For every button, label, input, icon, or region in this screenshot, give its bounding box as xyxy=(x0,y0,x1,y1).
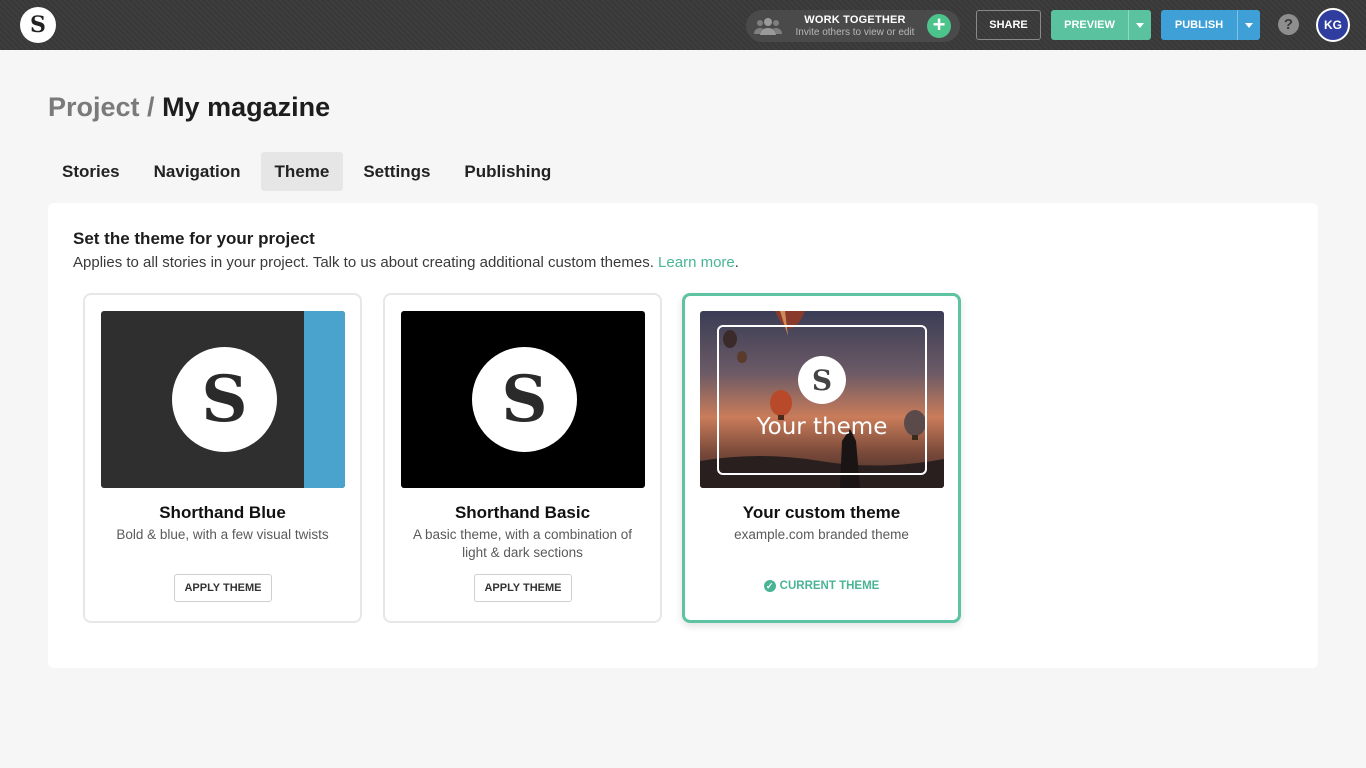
theme-panel: Set the theme for your project Applies t… xyxy=(48,203,1318,668)
project-name: My magazine xyxy=(162,92,331,122)
current-theme-label: CURRENT THEME xyxy=(779,580,880,592)
plus-icon[interactable]: + xyxy=(927,14,951,38)
thumbnail-caption: Your theme xyxy=(756,414,888,440)
shorthand-s-icon: S xyxy=(172,347,277,452)
accent-stripe xyxy=(304,311,345,488)
preview-button[interactable]: PREVIEW xyxy=(1051,10,1128,40)
theme-description: Bold & blue, with a few visual twists xyxy=(116,527,329,542)
work-together-widget[interactable]: WORK TOGETHER Invite others to view or e… xyxy=(746,10,960,42)
learn-more-link[interactable]: Learn more xyxy=(658,254,735,271)
preview-split-button: PREVIEW xyxy=(1051,10,1151,40)
work-together-subtitle: Invite others to view or edit xyxy=(795,27,915,38)
theme-description: example.com branded theme xyxy=(734,527,909,542)
help-icon[interactable]: ? xyxy=(1278,14,1299,35)
theme-thumbnail: S Your theme xyxy=(700,311,944,488)
theme-card-shorthand-blue[interactable]: S Shorthand Blue Bold & blue, with a few… xyxy=(83,293,362,623)
theme-description: A basic theme, with a combination of lig… xyxy=(412,527,633,560)
theme-card-shorthand-basic[interactable]: S Shorthand Basic A basic theme, with a … xyxy=(383,293,662,623)
apply-theme-button[interactable]: APPLY THEME xyxy=(474,574,572,602)
tab-publishing[interactable]: Publishing xyxy=(450,152,565,191)
tab-bar: Stories Navigation Theme Settings Publis… xyxy=(48,152,571,191)
panel-subtext-end: . xyxy=(734,254,739,271)
panel-description: Applies to all stories in your project. … xyxy=(73,254,739,271)
current-theme-badge: ✓ CURRENT THEME xyxy=(685,580,958,592)
theme-thumbnail: S xyxy=(401,311,645,488)
check-circle-icon: ✓ xyxy=(763,580,776,592)
shorthand-logo[interactable]: S xyxy=(20,7,56,43)
theme-card-custom[interactable]: S Your theme Your custom theme example.c… xyxy=(682,293,961,623)
tab-settings[interactable]: Settings xyxy=(349,152,444,191)
breadcrumb-project[interactable]: Project / xyxy=(48,92,155,122)
theme-name: Shorthand Basic xyxy=(454,503,591,522)
theme-name: Shorthand Blue xyxy=(159,503,286,522)
theme-name: Your custom theme xyxy=(742,503,901,522)
people-icon xyxy=(754,18,782,35)
theme-thumbnail: S xyxy=(101,311,345,488)
shorthand-s-icon: S xyxy=(472,347,577,452)
shorthand-s-icon: S xyxy=(798,356,846,404)
tab-navigation[interactable]: Navigation xyxy=(140,152,255,191)
panel-heading: Set the theme for your project xyxy=(73,229,315,248)
publish-dropdown-button[interactable] xyxy=(1237,10,1260,40)
share-button[interactable]: SHARE xyxy=(976,10,1041,40)
panel-subtext: Applies to all stories in your project. … xyxy=(73,254,654,271)
work-together-title: WORK TOGETHER xyxy=(804,14,906,26)
top-bar: S WORK TOGETHER Invite others to view or… xyxy=(0,0,1366,50)
chevron-down-icon xyxy=(1136,22,1144,28)
chevron-down-icon xyxy=(1245,22,1253,28)
tab-theme[interactable]: Theme xyxy=(260,152,344,191)
publish-button[interactable]: PUBLISH xyxy=(1161,10,1237,40)
publish-split-button: PUBLISH xyxy=(1161,10,1260,40)
apply-theme-button[interactable]: APPLY THEME xyxy=(174,574,272,602)
tab-stories[interactable]: Stories xyxy=(48,152,134,191)
page-title: Project / My magazine xyxy=(48,92,330,123)
avatar[interactable]: KG xyxy=(1316,8,1350,42)
preview-dropdown-button[interactable] xyxy=(1128,10,1151,40)
